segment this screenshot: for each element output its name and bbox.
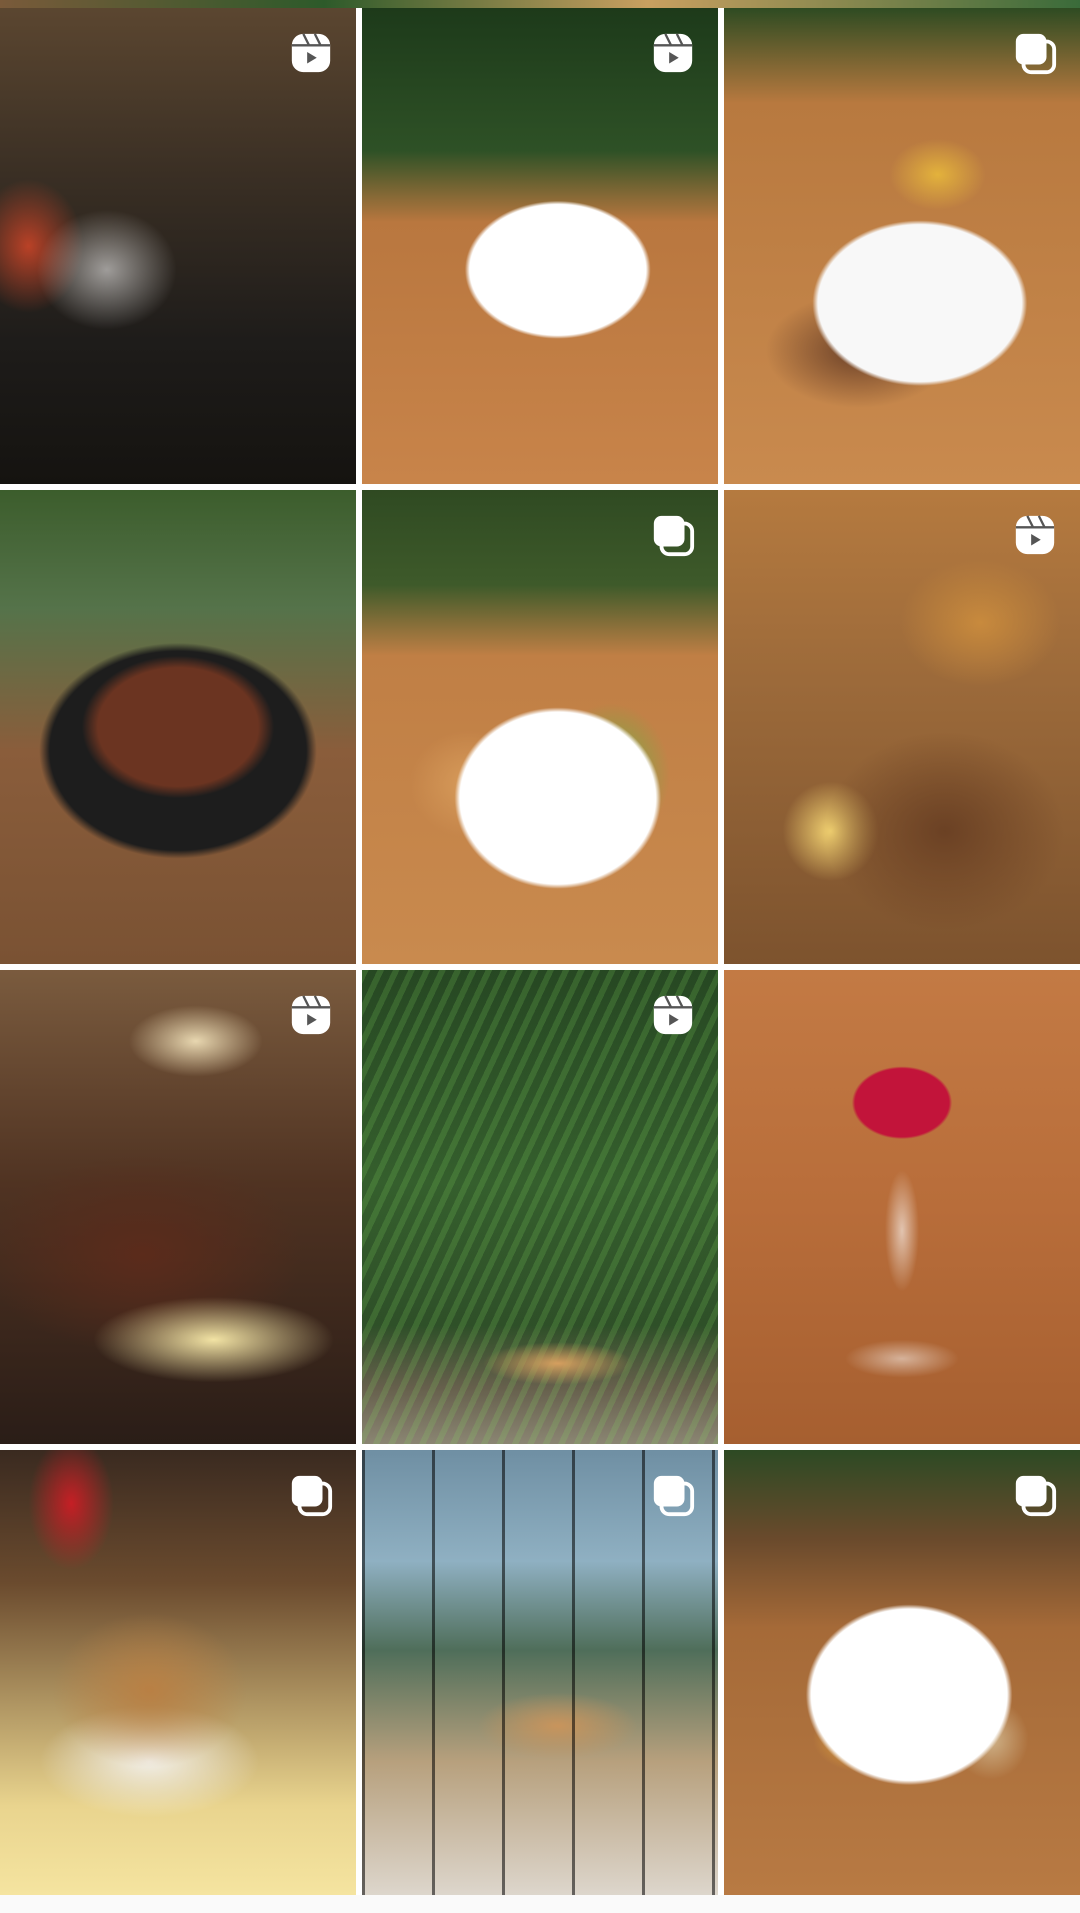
post-fried-platter[interactable] <box>724 490 1080 964</box>
carousel-icon <box>653 1475 695 1517</box>
reel-icon <box>1015 515 1055 555</box>
post-red-cocktail[interactable] <box>724 970 1080 1444</box>
post-glass-roof-dining[interactable] <box>362 1450 718 1895</box>
post-picanha-skillet[interactable] <box>0 490 356 964</box>
profile-post-grid <box>0 0 1080 1913</box>
post-thumbnail <box>362 970 718 1444</box>
grid-bottom-edge <box>0 1895 1080 1913</box>
reel-icon <box>291 995 331 1035</box>
post-thumbnail <box>362 490 718 964</box>
post-ribeye-banana[interactable] <box>0 970 356 1444</box>
reel-icon <box>653 995 693 1035</box>
carousel-icon <box>1015 33 1057 75</box>
post-grilled-chicken-salad[interactable] <box>362 490 718 964</box>
post-burger-fries[interactable] <box>0 1450 356 1895</box>
post-thumbnail <box>724 490 1080 964</box>
carousel-icon <box>1015 1475 1057 1517</box>
post-thumbnail <box>0 8 356 484</box>
post-thumbnail <box>362 8 718 484</box>
post-rice-farofa-dish[interactable] <box>724 1450 1080 1895</box>
post-green-wall-dining[interactable] <box>362 970 718 1444</box>
reel-icon <box>653 33 693 73</box>
post-caipirinha-drinks[interactable] <box>0 8 356 484</box>
post-steak-medallions[interactable] <box>362 8 718 484</box>
carousel-icon <box>291 1475 333 1517</box>
post-thumbnail <box>724 8 1080 484</box>
post-thumbnail <box>0 970 356 1444</box>
post-steak-fries-rice[interactable] <box>724 8 1080 484</box>
previous-row-edge <box>0 0 1080 8</box>
reel-icon <box>291 33 331 73</box>
post-thumbnail <box>724 970 1080 1444</box>
carousel-icon <box>653 515 695 557</box>
post-thumbnail <box>0 490 356 964</box>
